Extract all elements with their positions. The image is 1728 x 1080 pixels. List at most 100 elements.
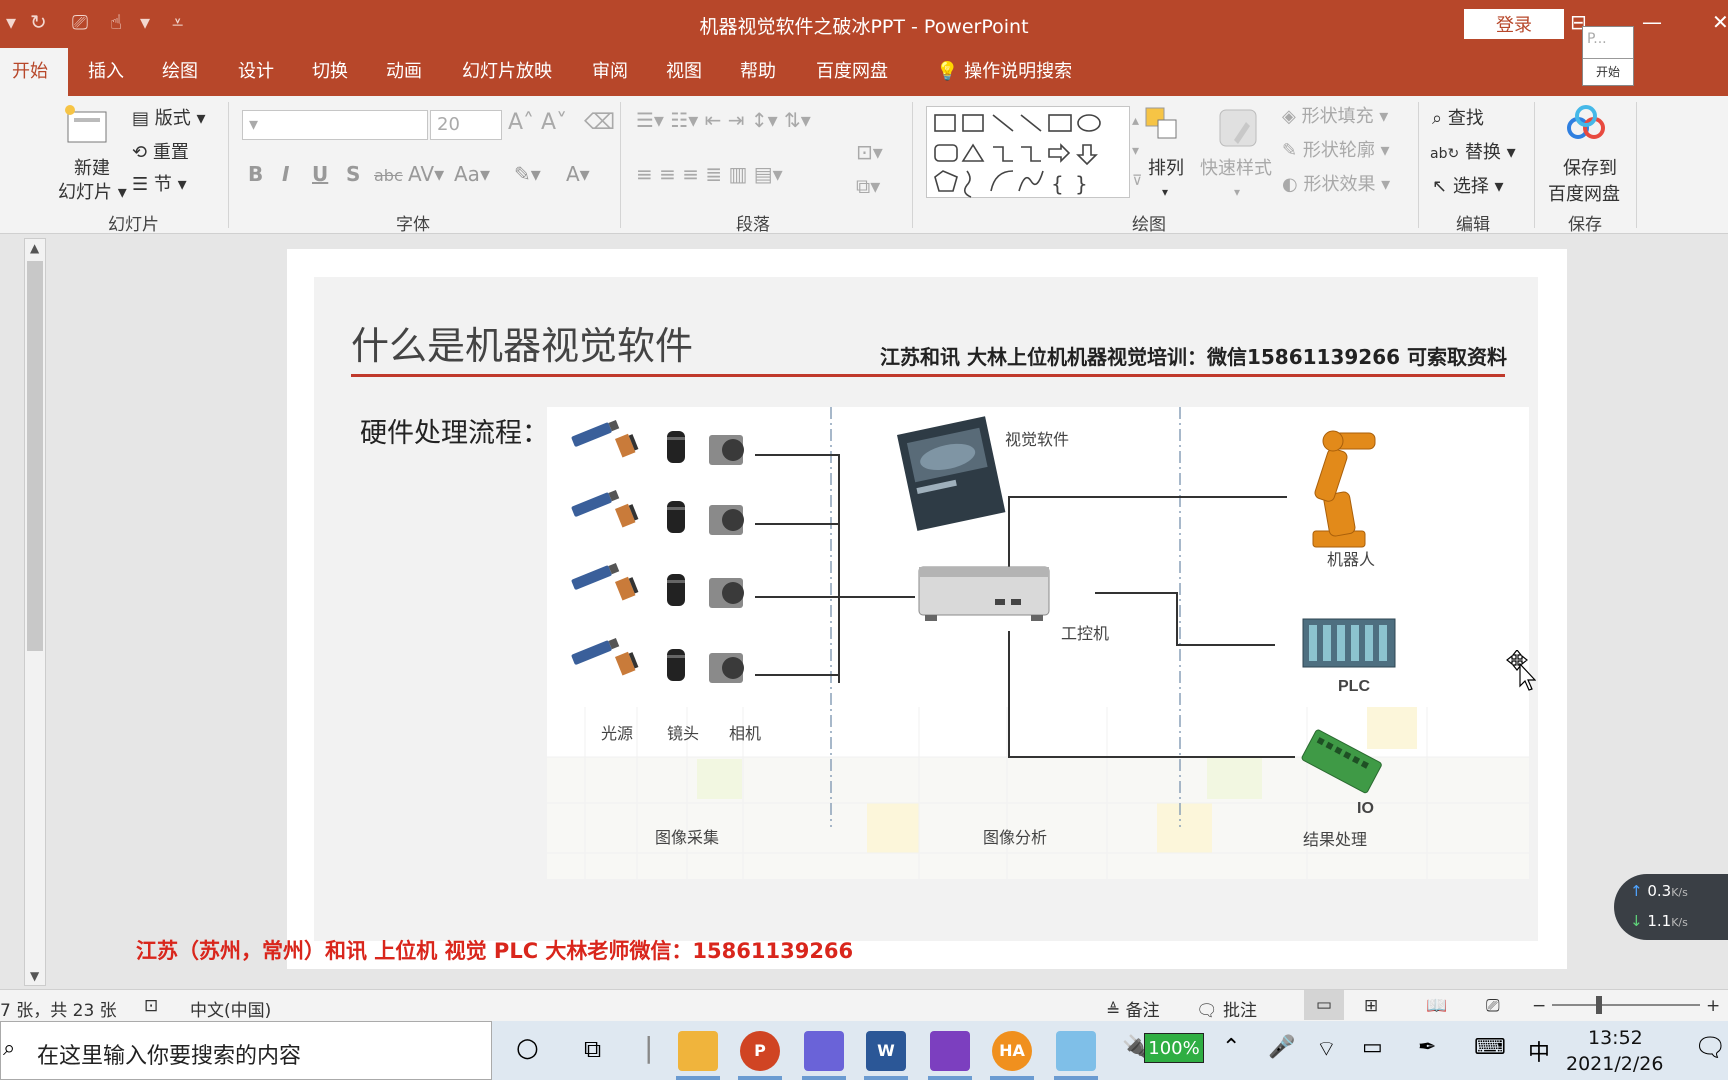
- battery-icon[interactable]: ▭: [1362, 1035, 1383, 1060]
- tab-draw[interactable]: 绘图: [150, 48, 210, 96]
- clear-format-icon[interactable]: ⌫: [584, 110, 615, 135]
- grow-font-icon[interactable]: A˄ A˅: [508, 110, 567, 135]
- shadow-icon[interactable]: S: [346, 162, 360, 186]
- shapes-gallery[interactable]: { }: [926, 106, 1130, 198]
- status-bar: 7 张，共 23 张 ⊡ 中文(中国) ≜ 备注 🗨 批注 ▭ ⊞ 📖 ⎚ − …: [0, 989, 1728, 1021]
- microphone-icon[interactable]: 🎤: [1268, 1035, 1295, 1060]
- tab-insert[interactable]: 插入: [76, 48, 136, 96]
- visual-studio-icon[interactable]: [930, 1031, 970, 1071]
- scroll-down-icon[interactable]: ▼: [30, 969, 39, 983]
- tab-help[interactable]: 帮助: [728, 48, 788, 96]
- normal-view-icon: ▭: [1316, 995, 1333, 1015]
- pen-icon[interactable]: ✒: [1418, 1035, 1436, 1060]
- select-button[interactable]: ↖ 选择 ▾: [1432, 172, 1504, 198]
- halcon-icon[interactable]: HA: [992, 1031, 1032, 1071]
- align-icons[interactable]: ≡ ≡ ≡ ≣ ▥ ▤▾: [636, 162, 783, 186]
- save-to-baidu-button[interactable]: 保存到 百度网盘: [1548, 154, 1620, 206]
- cortana-icon[interactable]: ○: [516, 1033, 539, 1063]
- zoom-in-icon[interactable]: +: [1706, 996, 1720, 1016]
- tab-transitions[interactable]: 切换: [300, 48, 360, 96]
- notes-button[interactable]: ≜ 备注: [1106, 996, 1160, 1021]
- replace-button[interactable]: ab↻ 替换 ▾: [1430, 138, 1516, 164]
- font-size-combo[interactable]: 20: [430, 110, 502, 140]
- clock-time[interactable]: 13:52: [1588, 1027, 1643, 1049]
- word-icon[interactable]: W: [866, 1031, 906, 1071]
- hardware-flow-label[interactable]: 硬件处理流程：: [360, 411, 549, 450]
- new-slide-dropdown[interactable]: 幻灯片 ▾: [58, 178, 127, 204]
- shape-effects-button[interactable]: ◐ 形状效果 ▾: [1282, 170, 1390, 196]
- underline-icon[interactable]: U: [312, 162, 328, 186]
- hardware-flow-diagram[interactable]: 视觉软件 工控机 机器人 PLC IO 光源 镜头 相机 图像采集 图像分析 结…: [547, 407, 1529, 879]
- font-family-combo[interactable]: ▾: [242, 110, 428, 140]
- new-slide-button[interactable]: [62, 104, 110, 153]
- select-label: 选择: [1452, 176, 1489, 197]
- tab-baidu[interactable]: 百度网盘: [804, 48, 900, 96]
- tab-review[interactable]: 审阅: [580, 48, 640, 96]
- bullets-icon[interactable]: ☰▾ ☷▾ ⇤ ⇥ ↕▾ ⇅▾: [636, 108, 811, 132]
- label-result: 结果处理: [1303, 831, 1367, 849]
- slideshow-view-icon[interactable]: ⎚: [1486, 996, 1500, 1016]
- search-icon: ⌕: [1432, 108, 1443, 129]
- teams-icon[interactable]: [804, 1031, 844, 1071]
- bold-icon[interactable]: B: [248, 162, 263, 186]
- italic-icon[interactable]: I: [282, 162, 289, 186]
- find-label: 查找: [1447, 108, 1484, 129]
- font-color-icon[interactable]: A▾: [566, 162, 590, 186]
- shape-outline-button[interactable]: ✎ 形状轮廓 ▾: [1282, 136, 1390, 162]
- reading-view-icon[interactable]: 📖: [1426, 996, 1447, 1016]
- slide-subtitle[interactable]: 江苏和讯 大林上位机机器视觉培训：微信15861139266 可索取资料: [880, 341, 1507, 370]
- taskbar-search[interactable]: ⌕ 在这里输入你要搜索的内容: [0, 1021, 492, 1080]
- section-button[interactable]: ☰ 节 ▾: [132, 170, 187, 196]
- keyboard-icon[interactable]: ⌨: [1474, 1035, 1506, 1060]
- slide-title[interactable]: 什么是机器视觉软件: [351, 315, 693, 370]
- quick-styles-button[interactable]: 快速样式 ▾: [1200, 154, 1272, 201]
- accessibility-icon[interactable]: ⊡: [144, 996, 158, 1016]
- tab-animations[interactable]: 动画: [374, 48, 434, 96]
- outline-icon: ✎: [1282, 140, 1298, 161]
- comments-button[interactable]: 🗨 批注: [1196, 996, 1257, 1021]
- tell-me-label: 操作说明搜索: [964, 61, 1073, 82]
- zoom-out-icon[interactable]: −: [1532, 996, 1546, 1016]
- scrollbar-thumb[interactable]: [27, 261, 43, 651]
- ime-indicator[interactable]: 中: [1528, 1035, 1550, 1067]
- tab-view[interactable]: 视图: [654, 48, 714, 96]
- notification-icon[interactable]: 🗨: [1694, 1033, 1727, 1063]
- powerpoint-icon[interactable]: P: [740, 1031, 780, 1071]
- char-spacing-icon[interactable]: AV▾: [408, 162, 444, 186]
- tab-slideshow[interactable]: 幻灯片放映: [450, 48, 564, 96]
- login-button[interactable]: 登录: [1464, 9, 1564, 39]
- tab-design[interactable]: 设计: [226, 48, 286, 96]
- highlight-icon[interactable]: ✎▾: [514, 162, 541, 186]
- reset-button[interactable]: ⟲ 重置: [132, 138, 189, 164]
- normal-view-button[interactable]: ▭: [1304, 990, 1344, 1020]
- arrange-button[interactable]: 排列 ▾: [1148, 154, 1184, 201]
- language-status[interactable]: 中文(中国): [190, 996, 271, 1021]
- show-hidden-icons[interactable]: ⌃: [1222, 1035, 1240, 1060]
- taskbar-thumbnail-popup[interactable]: P... 开始: [1582, 26, 1634, 86]
- shape-fill-button[interactable]: ◈ 形状填充 ▾: [1282, 102, 1388, 128]
- tell-me-search[interactable]: 💡 操作说明搜索: [924, 48, 1084, 96]
- clock-date[interactable]: 2021/2/26: [1566, 1053, 1663, 1075]
- wifi-icon[interactable]: ⌔: [1316, 1035, 1337, 1063]
- task-view-icon[interactable]: ⧉: [584, 1035, 601, 1063]
- battery-indicator[interactable]: 100%: [1144, 1033, 1204, 1063]
- gallery-scroll[interactable]: ▴ ▾ ⊽: [1132, 106, 1142, 196]
- change-case-button[interactable]: Aa▾: [454, 162, 490, 186]
- smartart-icon[interactable]: ⧉▾: [856, 174, 880, 198]
- vertical-scrollbar[interactable]: ▲ ▼: [24, 238, 46, 986]
- close-icon[interactable]: ✕: [1712, 10, 1728, 34]
- file-explorer-icon[interactable]: [678, 1031, 718, 1071]
- strikethrough-icon[interactable]: abc: [374, 166, 403, 185]
- layout-button[interactable]: ▤ 版式 ▾: [132, 104, 206, 130]
- align-text-icon[interactable]: ⊡▾: [856, 140, 883, 164]
- zoom-slider[interactable]: [1552, 1004, 1700, 1006]
- find-button[interactable]: ⌕ 查找: [1432, 104, 1484, 130]
- snipping-tool-icon[interactable]: [1056, 1031, 1096, 1071]
- minimize-icon[interactable]: —: [1642, 10, 1662, 34]
- slide-sorter-icon[interactable]: ⊞: [1364, 996, 1378, 1016]
- tab-home[interactable]: 开始: [0, 48, 68, 96]
- network-speed-widget[interactable]: ↑ 0.3K/s ↓ 1.1K/s: [1614, 874, 1728, 940]
- zoom-slider-thumb[interactable]: [1596, 996, 1602, 1014]
- scroll-up-icon[interactable]: ▲: [30, 241, 39, 255]
- slide-canvas[interactable]: 什么是机器视觉软件 江苏和讯 大林上位机机器视觉培训：微信15861139266…: [287, 249, 1567, 969]
